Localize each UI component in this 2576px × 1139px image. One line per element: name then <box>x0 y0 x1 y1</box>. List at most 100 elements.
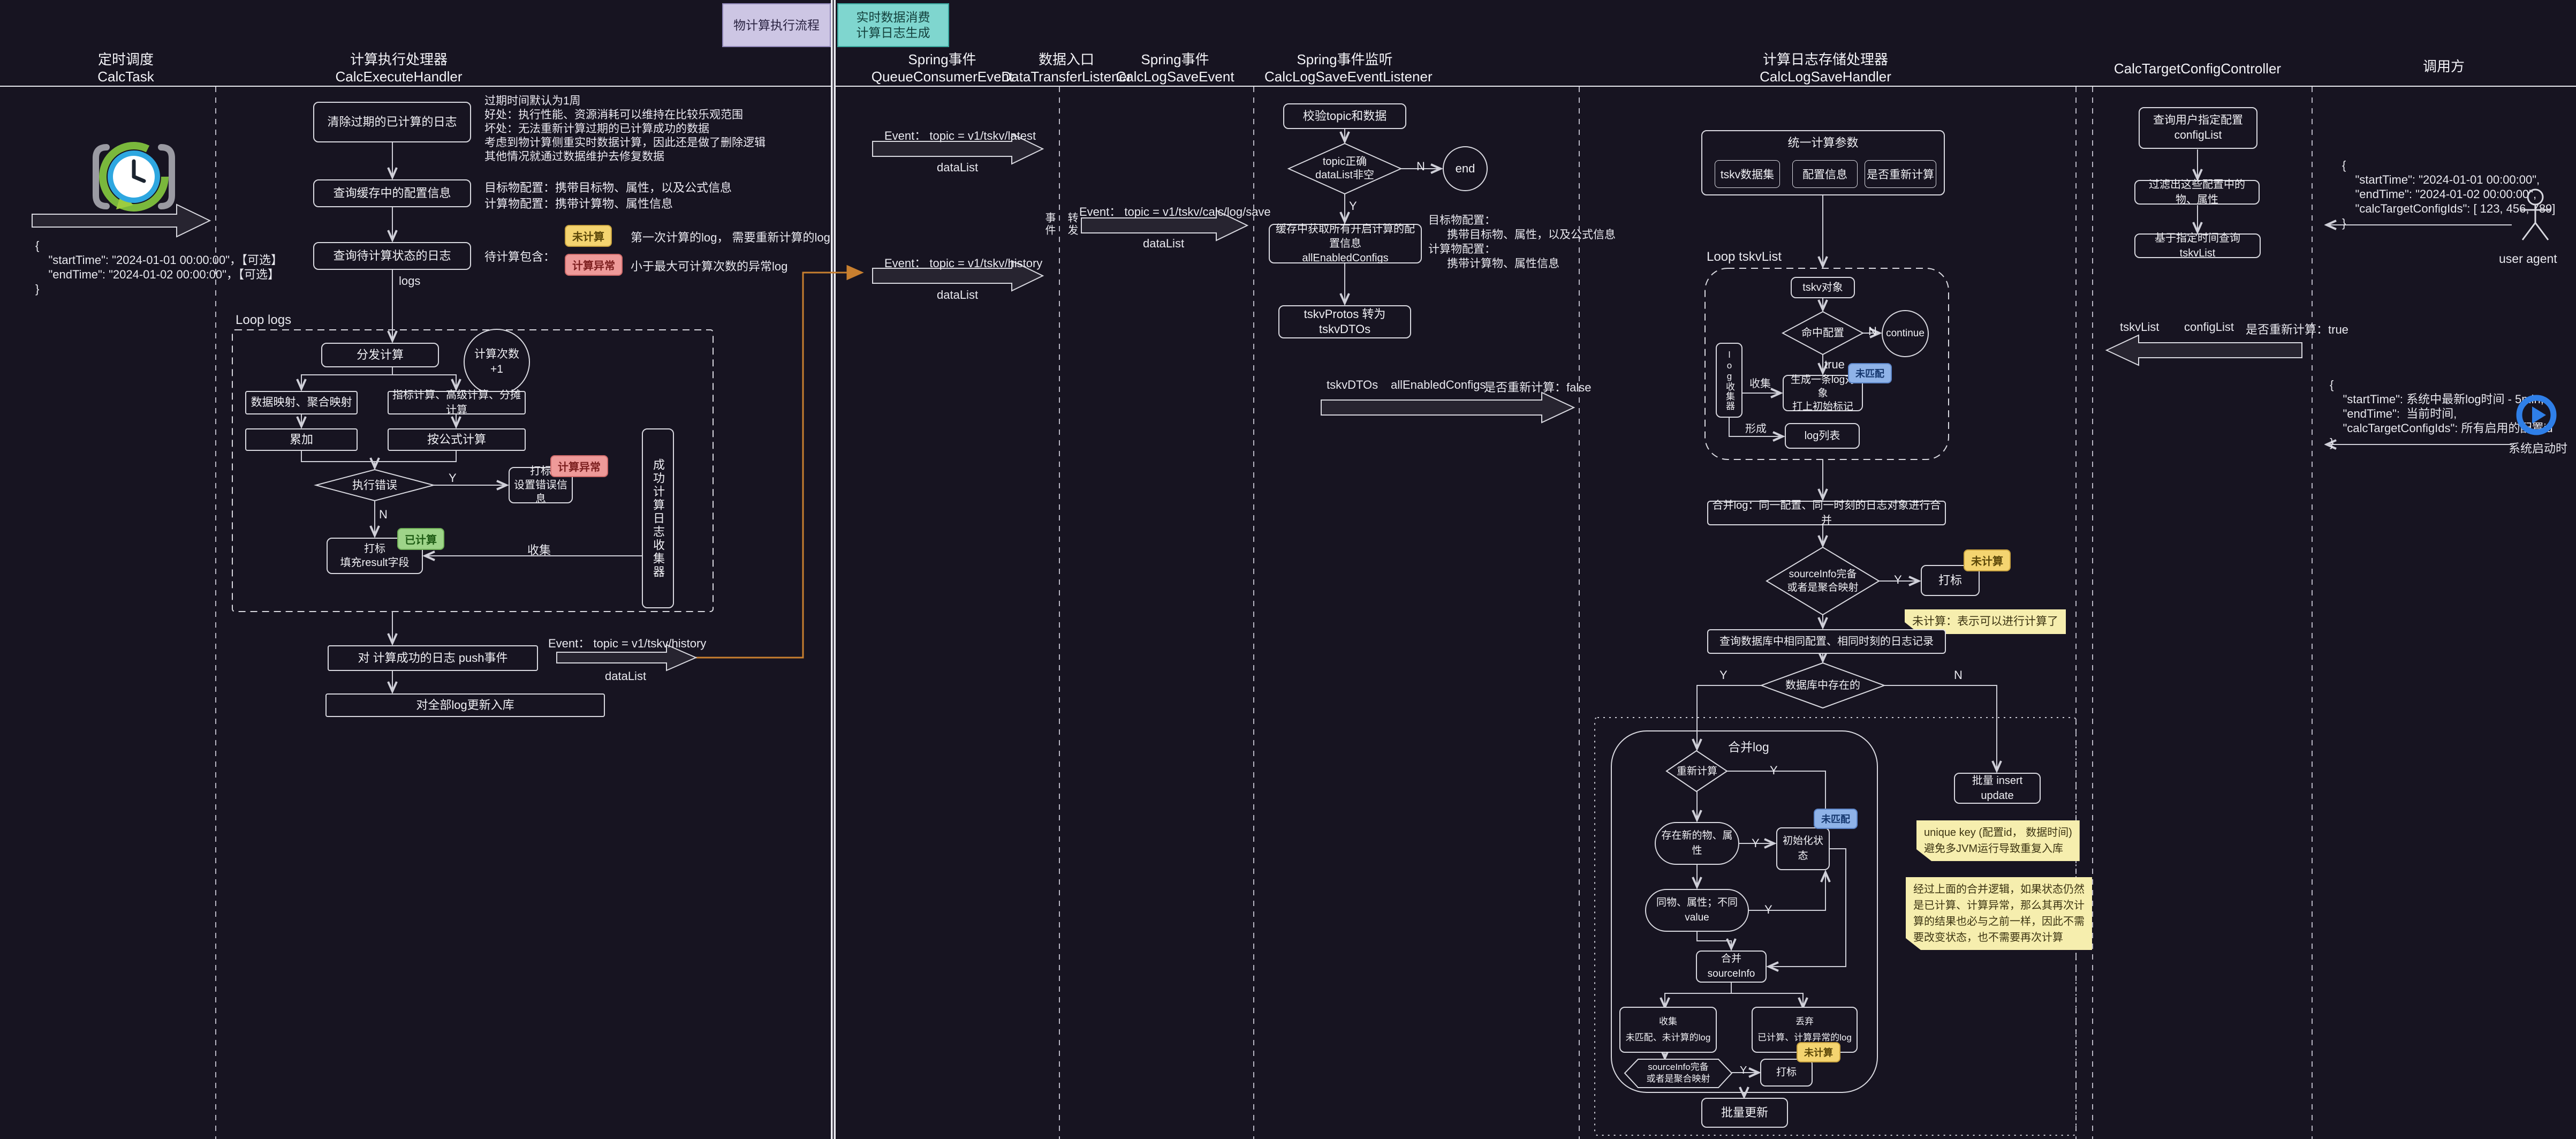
success-log-collector-box: 成功计算日志收集器 <box>642 428 674 608</box>
same-thing-yes: Y <box>1764 903 1772 917</box>
continue-circle: continue <box>1882 310 1929 357</box>
loop-logs-label: Loop logs <box>236 313 291 328</box>
listener-config-note: 目标物配置： 携带目标物、属性，以及公式信息 计算物配置： 携带计算物、属性信息 <box>1428 213 1616 271</box>
collect-logs-box: 收集 未匹配、未计算的log <box>1619 1007 1717 1053</box>
lane-caller: 调用方 <box>2347 58 2540 75</box>
validate-topic-box: 校验topic和数据 <box>1283 103 1406 129</box>
merge-log-box: 合并log：同一配置、同一时刻的日志对象进行合并 <box>1707 501 1946 525</box>
query-user-config-box: 查询用户指定配置 configList <box>2139 107 2257 149</box>
data-mapping-box: 数据映射、聚合映射 <box>245 391 358 414</box>
ret-configlist: configList <box>2184 320 2234 334</box>
calc-count-circle: 计算次数 +1 <box>464 329 530 395</box>
logs-edge-label: logs <box>399 274 420 288</box>
badge-calc-error: 计算异常 <box>565 254 623 276</box>
lane-calc-task: 定时调度 CalcTask <box>29 51 222 85</box>
event-save-datalist: dataList <box>1143 237 1184 251</box>
event-history-label: Event： topic = v1/tskv/history <box>884 254 1042 271</box>
out-arrow-tskvdtos: tskvDTOs <box>1327 378 1378 392</box>
tskv-object-box: tskv对象 <box>1791 277 1855 298</box>
new-thing-yes: Y <box>1752 836 1760 850</box>
recalc-decision: 重新计算 <box>1670 765 1724 778</box>
filter-config-box: 过滤出这些配置中的物、属性 <box>2134 180 2260 205</box>
badge-calc-error-2: 计算异常 <box>550 455 608 477</box>
topic-ok-yes: Y <box>1349 199 1357 213</box>
formula-calc-box: 按公式计算 <box>388 428 526 451</box>
sticky-merge-logic-note: 经过上面的合并逻辑，如果状态仍然 是已计算、计算异常，那么其再次计 算的结果也必… <box>1906 877 2092 950</box>
event-history-datalist: dataList <box>937 288 978 302</box>
hit-config-true: true <box>1824 358 1845 372</box>
lane-calc-target-config-controller: CalcTargetConfigController <box>2101 60 2294 77</box>
out-arrow-configs: allEnabledConfigs <box>1391 378 1486 392</box>
event-latest-label: Event： topic = v1/tskv/latest <box>884 126 1036 144</box>
sticky-unique-key-note: unique key (配置id， 数据时间) 避免多JVM运行导致重复入库 <box>1916 820 2080 861</box>
badge-not-calculated: 未计算 <box>565 225 612 247</box>
event-word-label: 事件 <box>1042 212 1057 237</box>
badge-not-calculated-3: 未计算 <box>1797 1042 1840 1062</box>
lane-calc-log-save-event-listener: Spring事件监听 CalcLogSaveEventListener <box>1264 51 1425 85</box>
source-complete2-yes: Y <box>1740 1065 1747 1077</box>
log-collector-box: log收集器 <box>1716 343 1742 418</box>
push-event-datalist: dataList <box>605 669 646 683</box>
new-thing-stadium: 存在新的物、属性 <box>1655 822 1739 865</box>
topic-ok-no: N <box>1416 160 1425 174</box>
user-agent-icon <box>2516 188 2555 248</box>
clean-expired-logs-box: 清除过期的已计算的日志 <box>313 102 471 142</box>
lane-calc-log-save-event: Spring事件 CalcLogSaveEvent <box>1095 51 1255 85</box>
push-event-topic-label: Event： topic = v1/tskv/history <box>548 634 706 651</box>
event-save-label: Event： topic = v1/tskv/calc/log/save <box>1079 202 1271 220</box>
legend-realtime: 实时数据消费 计算日志生成 <box>837 3 949 47</box>
chip-config-info: 配置信息 <box>1792 160 1858 188</box>
push-event-box: 对 计算成功的日志 push事件 <box>328 645 538 671</box>
update-all-logs-box: 对全部log更新入库 <box>325 693 605 717</box>
badge-not-matched: 未匹配 <box>1848 363 1892 383</box>
collect-edge-label: 收集 <box>527 541 551 558</box>
source-complete-decision: sourceInfo完备 或者是聚合映射 <box>1783 569 1863 593</box>
query-cached-config-box: 查询缓存中的配置信息 <box>313 179 471 207</box>
badge-not-matched-2: 未匹配 <box>1814 809 1858 829</box>
convert-dtos-box: tskvProtos 转为 tskvDTOs <box>1278 305 1411 338</box>
event-latest-datalist: dataList <box>937 161 978 175</box>
exec-error-no: N <box>379 508 388 522</box>
end-circle: end <box>1443 146 1488 191</box>
system-boot-play-icon <box>2515 394 2558 436</box>
same-thing-stadium: 同物、属性；不同value <box>1645 889 1749 932</box>
unify-params-title: 统一计算参数 <box>1787 135 1858 150</box>
recalc-yes: Y <box>1770 764 1778 778</box>
loop-tskvlist-label: Loop tskvList <box>1707 250 1782 265</box>
get-enabled-configs-box: 缓存中获取所有开启计算的配置信息 allEnabledConfigs <box>1269 224 1422 263</box>
clean-expired-note: 过期时间默认为1周 好处：执行性能、资源消耗可以维持在比较乐观范围 坏处：无法重… <box>484 94 827 164</box>
system-boot-label: 系统启动时 <box>2509 439 2567 456</box>
exec-error-decision: 执行错误 <box>332 478 418 493</box>
pending-label: 待计算包含： <box>484 247 555 265</box>
exec-error-yes: Y <box>449 471 457 485</box>
chip-tskv-dataset: tskv数据集 <box>1715 160 1780 188</box>
mark-not-calc-box-2: 打标 <box>1760 1059 1813 1087</box>
scheduler-clock-icon <box>88 131 179 222</box>
db-exists-decision: 数据库中存在的 <box>1777 678 1868 693</box>
log-list-box: log列表 <box>1785 423 1860 449</box>
badge-not-calculated-2: 未计算 <box>1964 549 2011 571</box>
hit-config-decision: 命中配置 <box>1796 326 1850 341</box>
lane-calc-execute-handler: 计算执行处理器 CalcExecuteHandler <box>302 51 495 85</box>
chip-recalc: 是否重新计算 <box>1865 160 1936 188</box>
indicator-calc-box: 指标计算、高级计算、分摊计算 <box>388 391 526 414</box>
db-exists-no: N <box>1954 668 1963 682</box>
hit-config-no: N <box>1868 325 1877 338</box>
db-exists-yes: Y <box>1719 668 1728 682</box>
legend-flow: 物计算执行流程 <box>722 3 831 47</box>
sequence-flow-diagram: 物计算执行流程 实时数据消费 计算日志生成 定时调度 CalcTask 计算执行… <box>0 0 2576 1139</box>
config-note: 目标物配置：携带目标物、属性，以及公式信息 计算物配置：携带计算物、属性信息 <box>484 180 827 212</box>
forward-word-label: 转发 <box>1064 212 1080 237</box>
topic-ok-decision: topic正确 dataList非空 <box>1302 156 1388 181</box>
ret-tskvlist: tskvList <box>2120 320 2159 334</box>
query-pending-logs-box: 查询待计算状态的日志 <box>313 242 471 270</box>
ret-recalc-true: 是否重新计算：true <box>2246 320 2348 337</box>
init-state-box: 初始化状态 <box>1776 827 1830 870</box>
lane-calc-log-save-handler: 计算日志存储处理器 CalcLogSaveHandler <box>1729 51 1922 85</box>
source-complete-decision-2: sourceInfo完备 或者是聚合映射 <box>1634 1061 1723 1085</box>
merge-sourceinfo-box: 合并 sourceInfo <box>1696 951 1767 983</box>
log-collect-label: 收集 <box>1749 375 1771 390</box>
user-agent-label: user agent <box>2499 252 2557 266</box>
out-arrow-recalc-false: 是否重新计算：false <box>1484 378 1591 395</box>
query-by-time-box: 基于指定时间查询 tskvList <box>2134 233 2261 258</box>
